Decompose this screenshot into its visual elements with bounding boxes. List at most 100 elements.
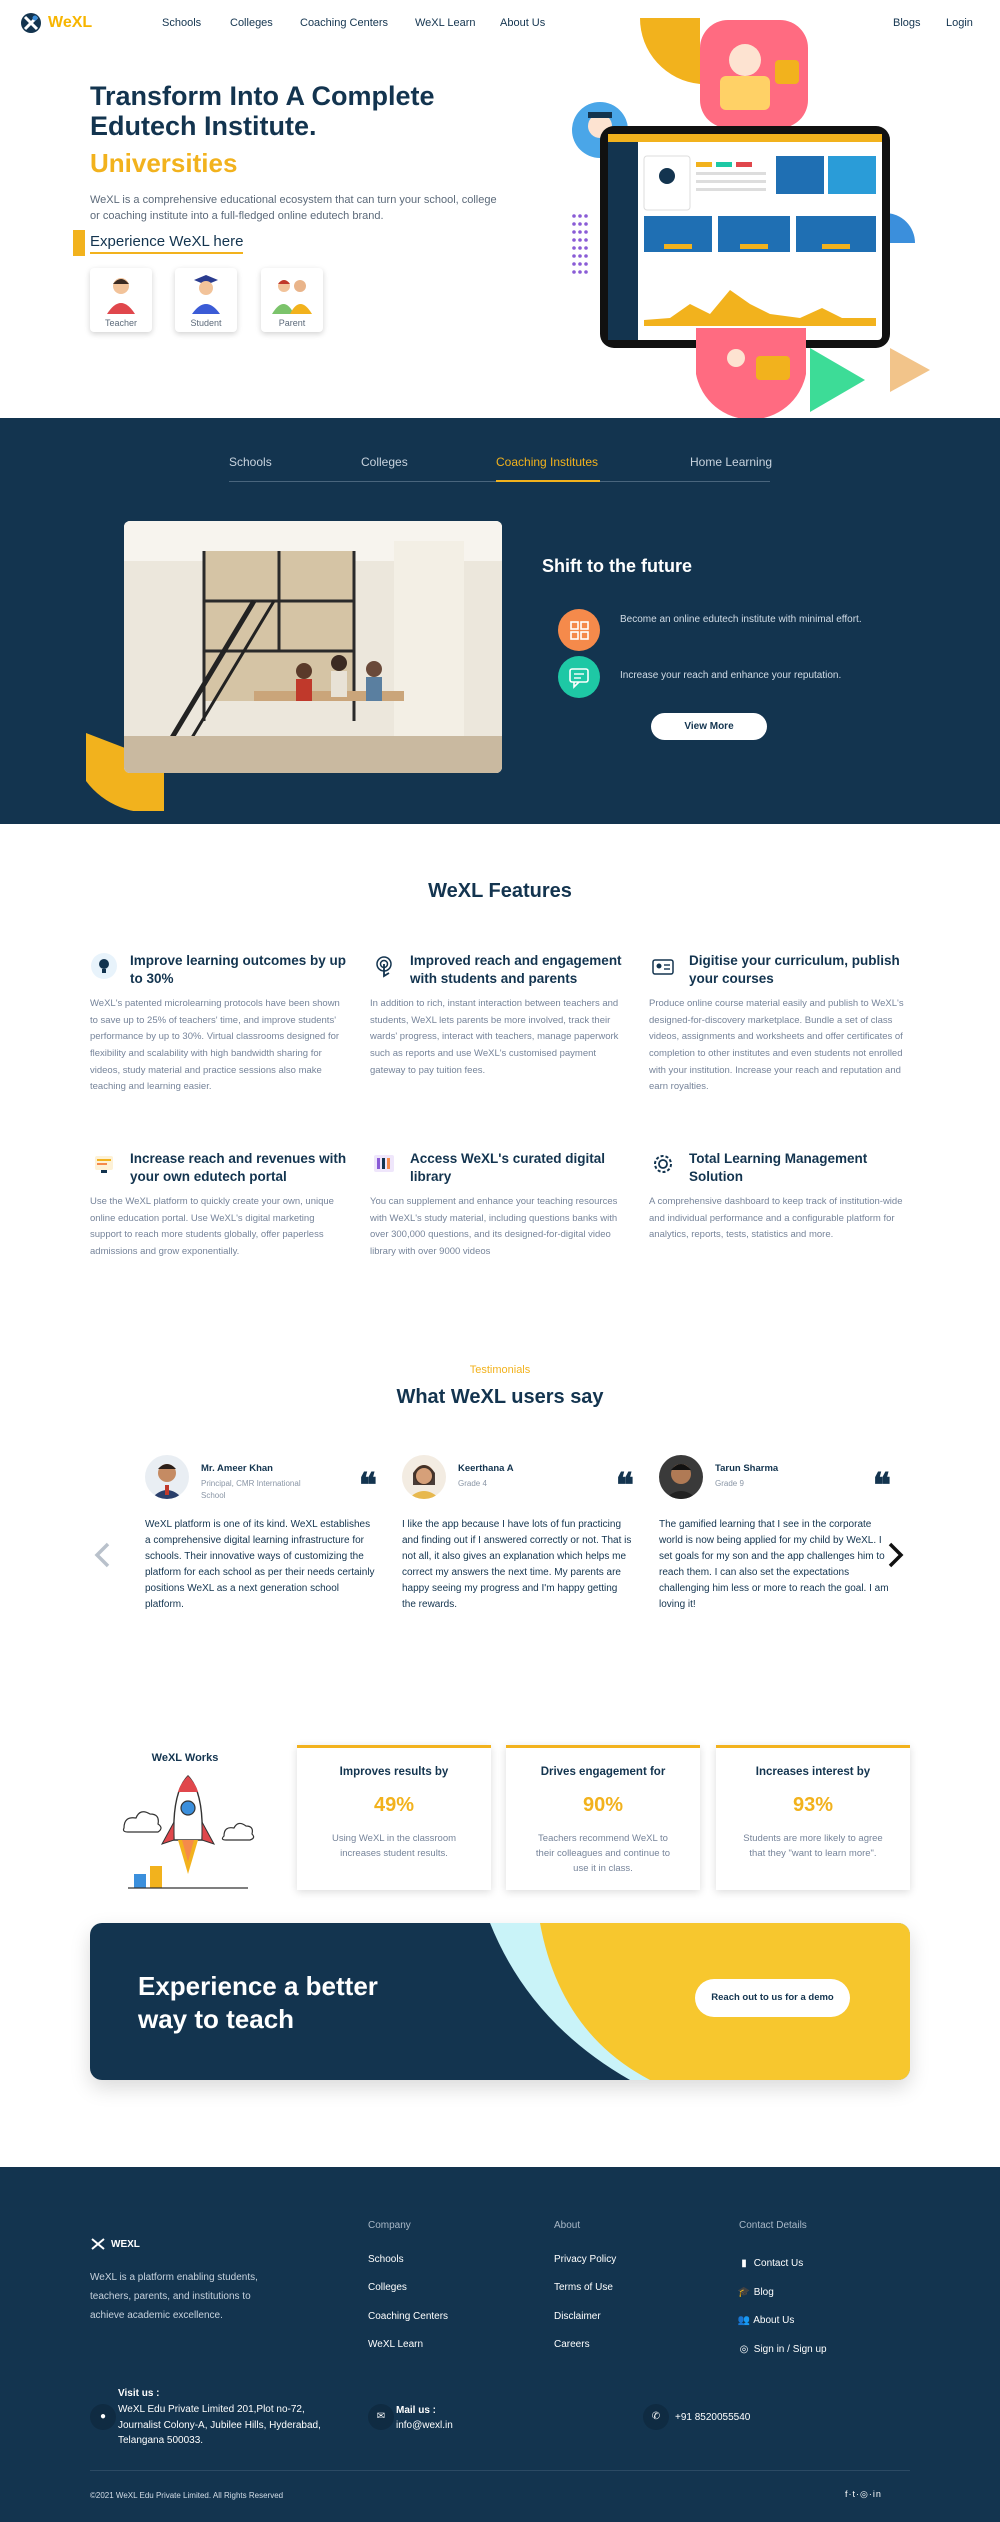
student-avatar-icon [192,275,220,314]
shift-title: Shift to the future [542,556,692,576]
nav-link-schools[interactable]: Schools [162,17,201,29]
logo-text: WeXL [48,14,93,31]
lightbulb-icon [91,953,117,979]
footer-company-heading: Company [368,2220,411,2231]
linkedin-icon[interactable]: in [873,2489,882,2499]
footer-contact-label: Contact Us [753,2258,804,2269]
footer-phone[interactable]: +91 8520055540 [675,2410,750,2426]
facebook-icon[interactable]: f [845,2489,849,2499]
logo[interactable]: WeXL [20,12,92,34]
footer-link-disclaimer[interactable]: Disclaimer [554,2311,601,2322]
experience-link[interactable]: Experience WeXL here [73,230,244,256]
feature-title: Increase reach and revenues with your ow… [130,1151,347,1185]
nav-link-wexl-learn[interactable]: WeXL Learn [415,17,476,29]
nav-link-login[interactable]: Login [946,17,973,29]
library-icon [374,1155,394,1172]
stat-value: 93% [792,1794,834,1816]
role-card-teacher[interactable]: Teacher [90,268,152,332]
footer-link-wexl-learn[interactable]: WeXL Learn [368,2339,423,2350]
testimonial-name: Mr. Ameer Khan [201,1463,273,1474]
footer-logo-text: WEXL [111,2238,140,2250]
role-card-student[interactable]: Student [175,268,237,332]
footer-link-about-us[interactable]: 👥 About Us [737,2315,795,2326]
footer-link-coaching-centers[interactable]: Coaching Centers [368,2311,448,2322]
footer-link-privacy-policy[interactable]: Privacy Policy [554,2254,616,2265]
footer-logo[interactable]: WEXL [90,2237,140,2251]
testimonial-role: Grade 9 [715,1479,744,1488]
peach-triangle-shape [890,348,930,392]
twitter-icon[interactable]: t [853,2489,857,2499]
green-triangle-shape [810,348,865,412]
quote-icon: ❝ [358,1467,377,1505]
nav-link-about-us[interactable]: About Us [500,17,545,29]
testimonial-text: I like the app because I have lots of fu… [402,1519,632,1610]
testimonial-text: The gamified learning that I see in the … [659,1519,889,1610]
tab-home-learning[interactable]: Home Learning [690,455,772,469]
nav-link-coaching-centers[interactable]: Coaching Centers [300,17,388,29]
tab-colleges[interactable]: Colleges [361,455,408,469]
hero-subtitle: Universities [90,148,238,178]
testimonial-text: WeXL platform is one of its kind. WeXL e… [145,1519,375,1610]
feature-text: Use the WeXL platform to quickly create … [90,1196,334,1257]
phone-call-icon: ✆ [643,2404,669,2430]
footer-link-blog[interactable]: 🎓 Blog [737,2287,774,2298]
graduation-cap-icon: 🎓 [737,2287,751,2298]
stat-value: 90% [582,1794,624,1816]
parent-avatar-icon [272,280,312,314]
stat-text: Teachers recommend WeXL to their colleag… [535,1833,671,1875]
location-pin-icon: ● [90,2404,116,2430]
quote-icon: ❝ [615,1467,634,1505]
copyright: ©2021 WeXL Edu Private Limited. All Righ… [90,2491,284,2500]
role-label-teacher: Teacher [104,318,138,328]
layout-icon [558,609,600,651]
role-label-student: Student [190,318,222,328]
footer-link-terms[interactable]: Terms of Use [554,2282,613,2293]
footer-email[interactable]: info@wexl.in [396,2418,453,2434]
social-links: f·t·◎·in [845,2489,882,2499]
footer-link-colleges[interactable]: Colleges [368,2282,407,2293]
footer-link-contact-us[interactable]: ▮ Contact Us [737,2258,803,2269]
footer-link-schools[interactable]: Schools [368,2254,404,2265]
view-more-button[interactable]: View More [651,713,767,740]
footer-address: WeXL Edu Private Limited 201,Plot no-72,… [118,2404,321,2446]
stat-card: Improves results by 49% Using WeXL in th… [297,1745,491,1890]
stat-value: 49% [373,1794,415,1816]
tab-active-indicator [496,480,600,482]
tab-coaching-institutes[interactable]: Coaching Institutes [496,455,598,469]
works-title: WeXL Works [151,1752,219,1764]
shift-item-2: Increase your reach and enhance your rep… [620,670,842,681]
footer-contact-heading: Contact Details [739,2220,807,2231]
feature-text: Produce online course material easily an… [649,998,904,1093]
phone-icon: ▮ [741,2258,747,2269]
instagram-icon[interactable]: ◎ [860,2489,869,2499]
quote-icon: ❝ [872,1467,891,1505]
request-demo-button[interactable]: Reach out to us for a demo [695,1979,850,2017]
footer [0,2167,1000,2522]
feature-title: Access WeXL's curated digital library [410,1151,606,1185]
testimonial-role: Principal, CMR International School [201,1479,301,1501]
carousel-prev-arrow[interactable] [92,1540,112,1576]
hero-description: WeXL is a comprehensive educational ecos… [90,194,497,222]
nav-link-colleges[interactable]: Colleges [230,17,273,29]
feature-text: WeXL's patented microlearning protocols … [90,998,340,1093]
feature-title: Digitise your curriculum, publish your c… [689,953,900,987]
footer-link-sign-in[interactable]: ◎ Sign in / Sign up [737,2344,827,2355]
stat-text: Using WeXL in the classroom increases st… [331,1833,457,1860]
gear-icon [654,1155,672,1173]
classroom-photo [124,521,502,773]
wexl-logo-icon [21,13,41,33]
wexl-logo-icon [91,2238,105,2250]
chat-icon [558,656,600,698]
footer-divider [90,2470,910,2471]
shift-item-1: Become an online edutech institute with … [620,614,862,625]
hero-title: Transform Into A Complete Edutech Instit… [90,81,435,141]
testimonial-name: Keerthana A [458,1463,514,1474]
tab-schools[interactable]: Schools [229,455,272,469]
mail-label: Mail us : [396,2405,437,2416]
feature-text: In addition to rich, instant interaction… [370,998,619,1076]
footer-link-careers[interactable]: Careers [554,2339,590,2350]
id-card-icon [652,959,674,975]
feature-text: A comprehensive dashboard to keep track … [649,1196,903,1241]
role-card-parent[interactable]: Parent [261,268,323,332]
features-title: WeXL Features [428,880,572,902]
